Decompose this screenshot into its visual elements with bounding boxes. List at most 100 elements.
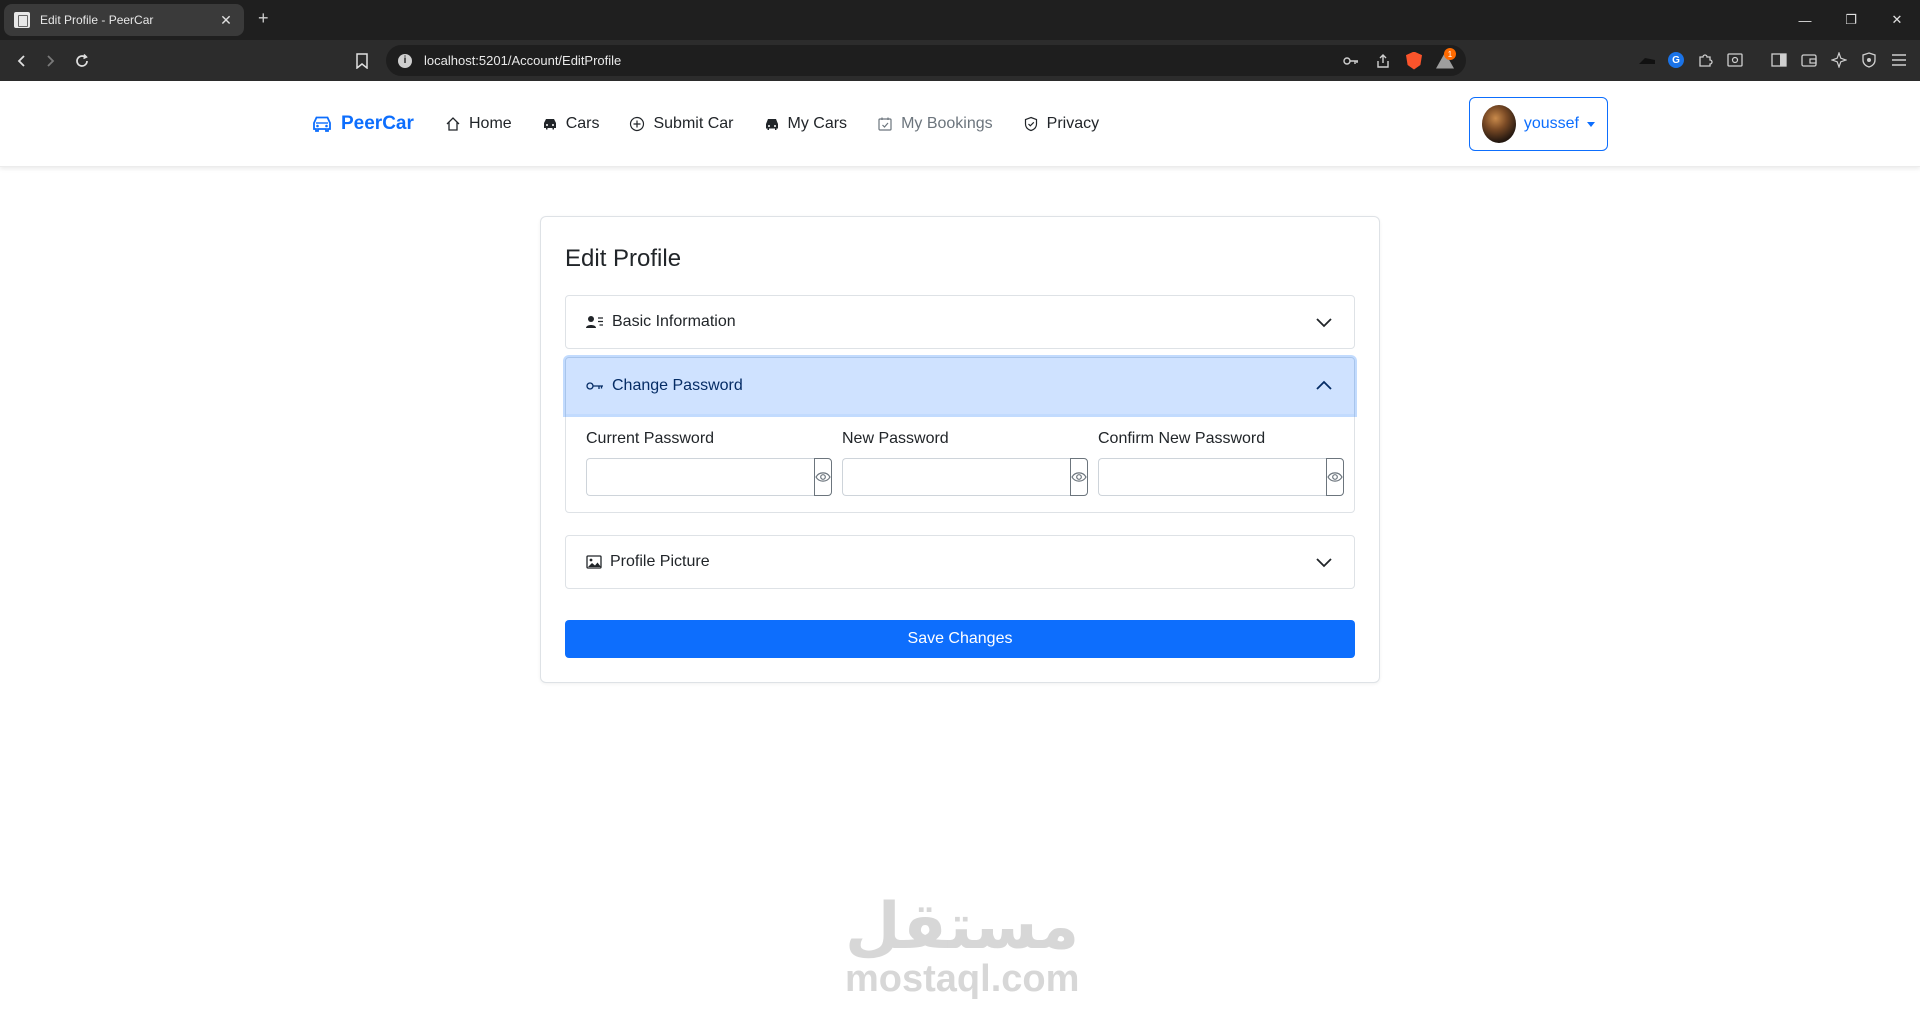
extension-dark-icon[interactable] <box>1638 51 1656 69</box>
browser-tab[interactable]: Edit Profile - PeerCar ✕ <box>4 4 244 36</box>
calendar-check-icon <box>878 117 892 131</box>
watermark-latin: mostaql.com <box>845 958 1080 1000</box>
nav-my-bookings-label: My Bookings <box>901 115 993 132</box>
vpn-shield-icon[interactable] <box>1860 51 1878 69</box>
nav-cars[interactable]: Cars <box>542 115 600 133</box>
accordion-change-password: Change Password Current Password New Pas… <box>565 357 1355 513</box>
nav-my-cars-label: My Cars <box>787 115 848 132</box>
nav-my-cars[interactable]: My Cars <box>764 115 848 133</box>
brand-link[interactable]: PeerCar <box>311 113 414 135</box>
nav-privacy-label: Privacy <box>1046 115 1100 132</box>
brand-car-icon <box>313 116 331 132</box>
bookmark-button[interactable] <box>350 49 374 73</box>
toggle-confirm-password-button[interactable] <box>1326 458 1344 496</box>
accordion-header-profile-picture[interactable]: Profile Picture <box>566 536 1354 588</box>
new-tab-button[interactable]: + <box>258 8 269 29</box>
url-text[interactable]: localhost:5201/Account/EditProfile <box>424 53 1342 68</box>
screenshot-icon[interactable] <box>1726 51 1744 69</box>
avatar <box>1482 105 1516 143</box>
username-label: youssef <box>1523 115 1579 132</box>
accordion-label-profile-picture: Profile Picture <box>610 553 710 570</box>
chevron-down-icon <box>1316 318 1332 328</box>
toggle-current-password-button[interactable] <box>814 458 832 496</box>
extensions-area: G <box>1638 51 1908 69</box>
leo-ai-icon[interactable] <box>1830 51 1848 69</box>
nav-privacy[interactable]: Privacy <box>1023 115 1099 133</box>
key-icon <box>586 382 603 390</box>
chevron-up-icon <box>1316 380 1332 390</box>
eye-icon <box>815 472 831 482</box>
nav-submit-car[interactable]: Submit Car <box>629 115 734 133</box>
grammar-extension-icon[interactable]: G <box>1668 52 1684 68</box>
image-icon <box>586 555 602 569</box>
minimize-button[interactable]: — <box>1782 0 1828 40</box>
forward-button[interactable] <box>38 49 62 73</box>
watermark-arabic: مستقل <box>845 890 1080 964</box>
brave-shields-icon[interactable] <box>1406 51 1422 70</box>
wallet-icon[interactable] <box>1800 51 1818 69</box>
nav-home[interactable]: Home <box>445 115 512 133</box>
site-info-icon[interactable]: i <box>398 53 412 68</box>
mostaql-watermark: مستقل mostaql.com <box>845 890 1080 1001</box>
plus-circle-icon <box>630 116 645 132</box>
edit-profile-card: Edit Profile Basic Information Change Pa… <box>540 216 1380 683</box>
accordion-label-basic-info: Basic Information <box>612 313 736 330</box>
puzzle-icon[interactable] <box>1696 51 1714 69</box>
page-title: Edit Profile <box>565 245 682 272</box>
caret-down-icon <box>1587 121 1595 127</box>
new-password-input[interactable] <box>842 458 1070 496</box>
browser-toolbar: i localhost:5201/Account/EditProfile 1 G <box>0 40 1920 81</box>
current-password-input[interactable] <box>586 458 814 496</box>
new-password-field: New Password <box>842 430 1088 496</box>
accordion-label-change-password: Change Password <box>612 377 743 394</box>
accordion-basic-info: Basic Information <box>565 295 1355 349</box>
nav-submit-car-label: Submit Car <box>653 115 734 132</box>
eye-icon <box>1327 472 1343 482</box>
accordion-header-change-password[interactable]: Change Password <box>566 358 1354 414</box>
back-button[interactable] <box>10 49 34 73</box>
current-password-field: Current Password <box>586 430 832 496</box>
window-controls: — ❐ ✕ <box>1782 0 1920 40</box>
current-password-label: Current Password <box>586 430 715 447</box>
reload-icon <box>76 53 88 67</box>
sidebar-icon[interactable] <box>1770 51 1788 69</box>
confirm-password-field: Confirm New Password <box>1098 430 1344 496</box>
accordion-profile-picture: Profile Picture <box>565 535 1355 589</box>
save-changes-button[interactable]: Save Changes <box>565 620 1355 658</box>
key-icon[interactable] <box>1342 52 1360 70</box>
brand-name: PeerCar <box>341 113 414 134</box>
chevron-down-icon <box>1316 558 1332 568</box>
menu-icon[interactable] <box>1890 51 1908 69</box>
shield-check-icon <box>1024 116 1037 132</box>
reload-button[interactable] <box>70 49 94 73</box>
nav-links: Home Cars Submit Car My Cars My Bookings… <box>445 115 1099 133</box>
share-icon[interactable] <box>1374 52 1392 70</box>
confirm-password-input[interactable] <box>1098 458 1326 496</box>
password-fields: Current Password New Password Confirm Ne… <box>566 414 1354 512</box>
toggle-new-password-button[interactable] <box>1070 458 1088 496</box>
page-favicon-icon <box>14 12 30 28</box>
address-bar[interactable]: i localhost:5201/Account/EditProfile <box>386 45 1466 76</box>
rewards-badge: 1 <box>1444 48 1456 60</box>
car-icon <box>543 119 556 130</box>
person-lines-icon <box>586 316 603 328</box>
site-navbar: PeerCar Home Cars Submit Car My Cars My … <box>0 81 1920 167</box>
accordion-header-basic-info[interactable]: Basic Information <box>566 296 1354 348</box>
nav-my-bookings[interactable]: My Bookings <box>877 115 993 133</box>
eye-icon <box>1071 472 1087 482</box>
confirm-password-label: Confirm New Password <box>1098 430 1266 447</box>
nav-cars-label: Cars <box>565 115 600 132</box>
nav-home-label: Home <box>469 115 512 132</box>
new-password-label: New Password <box>842 430 949 447</box>
tab-close-icon[interactable]: ✕ <box>218 12 234 29</box>
car-front-icon <box>765 119 778 130</box>
arrow-left-icon <box>17 55 25 67</box>
restore-button[interactable]: ❐ <box>1828 0 1874 40</box>
user-dropdown-button[interactable]: youssef <box>1469 97 1608 151</box>
tab-title: Edit Profile - PeerCar <box>40 13 154 27</box>
close-window-button[interactable]: ✕ <box>1874 0 1920 40</box>
arrow-right-icon <box>47 55 55 67</box>
house-icon <box>446 117 460 131</box>
browser-tabstrip: Edit Profile - PeerCar ✕ + — ❐ ✕ <box>0 0 1920 40</box>
bookmark-icon <box>356 53 368 69</box>
